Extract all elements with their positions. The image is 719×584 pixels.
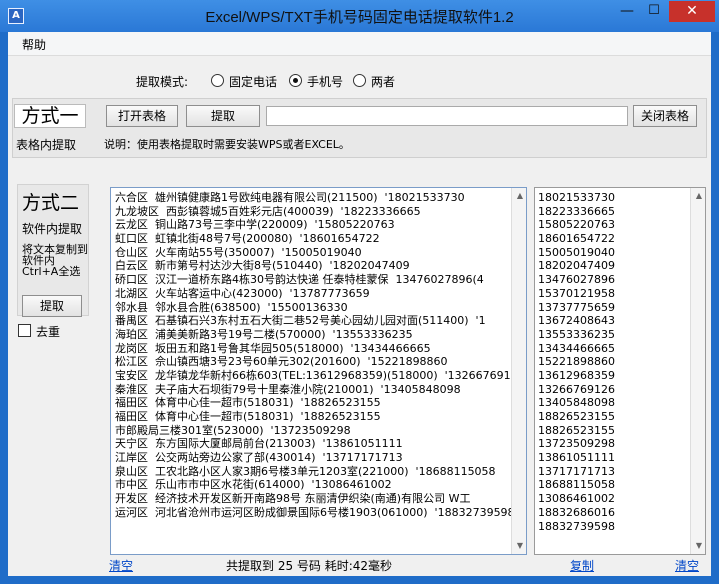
maximize-button[interactable]: ☐ [641,2,667,22]
dedupe-checkbox[interactable] [18,324,31,337]
source-line: 龙岗区 坂田五和路1号鲁其华园505(518000) '13434466665 [115,341,431,355]
paste-instruction: 将文本复制到软件内Ctrl+A全选 [22,243,88,278]
open-table-button[interactable]: 打开表格 [106,105,178,127]
result-textarea[interactable]: 18021533730 18223336665 15805220763 1860165… [534,187,706,555]
result-line: 13737775659 [538,300,615,314]
source-line: 虹口区 虹镇北街48号7号(200080) '18601654722 [115,232,380,246]
radio-landline[interactable] [211,74,224,87]
source-line: 仓山区 火车南站55号(350007) '15005019040 [115,245,362,259]
clear-source-link[interactable]: 清空 [109,557,133,574]
result-line: 13672408643 [538,314,615,328]
result-line: 15805220763 [538,218,615,232]
result-line: 18688115058 [538,478,615,492]
result-line: 18826523155 [538,410,615,423]
source-line: 市中区 乐山市市中区水花街(614000) '13086461002 [115,478,392,492]
result-lines: 18021533730 18223336665 15805220763 1860165… [538,191,688,533]
result-line: 15370121958 [538,286,615,300]
source-line: 天宁区 东方国际大厦邮局前台(213003) '13861051111 [115,437,403,451]
result-line: 13553336235 [538,327,615,341]
file-path-input[interactable] [266,106,628,126]
source-line: 福田区 体育中心佳一超市(518031) '18826523155 [115,396,381,410]
result-line: 15221898860 [538,355,615,369]
dedupe-label[interactable]: 去重 [36,323,60,340]
result-line: 13723509298 [538,437,615,451]
source-line: 泉山区 工农北路小区人家3期6号楼3单元1203室(221000) '18688… [115,464,496,478]
close-button[interactable]: ✕ [669,1,715,22]
scroll-up-icon[interactable]: ▲ [694,191,704,201]
title-bar[interactable]: A Excel/WPS/TXT手机号码固定电话提取软件1.2 — ☐ ✕ [0,0,719,32]
source-line: 松江区 佘山镇西塘3号23号60单元302(201600) '152218988… [115,355,448,369]
source-line: 运河区 河北省沧州市运河区盼成御景国际6号楼1903(061000) '1883… [115,505,511,519]
result-line: 13405848098 [538,396,615,410]
result-line: 13861051111 [538,451,615,465]
method2-title: 方式二 [22,192,80,214]
source-scrollbar[interactable]: ▲ ▼ [511,188,526,554]
result-line: 18826523155 [538,423,615,437]
scroll-down-icon[interactable]: ▼ [694,541,704,551]
window-title: Excel/WPS/TXT手机号码固定电话提取软件1.2 [205,9,514,26]
source-line: 硚口区 汉江一道桥东路4栋30号韵达快递 任泰特桂蒙保 13476027896(… [115,273,484,287]
menu-help[interactable]: 帮助 [22,36,46,53]
result-line: 13717171713 [538,464,615,478]
source-line: 市郎殿局三楼301室(523000) '13723509298 [115,423,351,437]
mode-label: 提取模式: [136,75,189,89]
radio-landline-label[interactable]: 固定电话 [229,73,277,90]
result-line: 18021533730 [538,191,615,204]
method1-title: 方式一 [14,104,86,128]
result-line: 13086461002 [538,492,615,506]
software-extract-label: 软件内提取 [22,222,83,236]
source-line: 白云区 新市第号村达沙大街8号(510440) '18202047409 [115,259,410,273]
source-line: 六合区 雄州镇健康路1号欧纯电器有限公司(211500) '1802153373… [115,191,465,204]
minimize-button[interactable]: — [614,2,640,22]
extract-text-button[interactable]: 提取 [22,295,82,317]
source-line: 九龙坡区 西彭镇蓉城5百姓彩元店(400039) '18223336665 [115,204,421,218]
window-client: 帮助 提取模式: 固定电话 手机号 两者 方式一 打开表格 提取 关闭表格 表格… [8,32,711,576]
source-textarea[interactable]: 六合区 雄州镇健康路1号欧纯电器有限公司(211500) '1802153373… [110,187,527,555]
source-line: 北湖区 火车站客运中心(423000) '13787773659 [115,286,370,300]
source-line: 云龙区 铜山路73号三李中学(220009) '15805220763 [115,218,395,232]
result-line: 13434466665 [538,341,615,355]
radio-mobile[interactable] [289,74,302,87]
result-scrollbar[interactable]: ▲ ▼ [690,188,705,554]
table-extract-label: 表格内提取 [16,138,77,152]
result-line: 18223336665 [538,204,615,218]
clear-result-link[interactable]: 清空 [675,557,699,574]
result-line: 18832686016 [538,505,615,519]
source-line: 番禺区 石基镇石兴3东村五石大街二巷52号美心园幼儿园对面(511400) '1 [115,314,486,328]
result-line: 18601654722 [538,232,615,246]
radio-both[interactable] [353,74,366,87]
source-line: 江岸区 公交两站旁边公家了部(430014) '13717171713 [115,451,403,465]
source-line: 海珀区 浦美美新路3号19号二楼(570000) '13553336235 [115,327,413,341]
note-text: 说明：使用表格提取时需要安装WPS或者EXCEL。 [104,138,350,151]
close-table-button[interactable]: 关闭表格 [633,105,697,127]
result-line: 18832739598 [538,519,615,533]
result-line: 13266769126 [538,382,615,396]
result-line: 15005019040 [538,245,615,259]
result-line: 13612968359 [538,368,615,382]
scroll-up-icon[interactable]: ▲ [515,191,525,201]
source-lines: 六合区 雄州镇健康路1号欧纯电器有限公司(211500) '1802153373… [115,191,511,520]
source-line: 福田区 体育中心佳一超市(518031) '18826523155 [115,410,381,423]
source-line: 秦淮区 夫子庙大石坝街79号十里秦淮小院(210001) '1340584809… [115,382,461,396]
source-line: 宝安区 龙华镇龙华新村66栋603(TEL:13612968359)(51800… [115,368,511,382]
radio-both-label[interactable]: 两者 [371,73,395,90]
radio-mobile-label[interactable]: 手机号 [307,73,343,90]
source-line: 开发区 经济技术开发区新开南路98号 东丽清伊织染(南通)有限公司 W工 [115,492,471,506]
copy-link[interactable]: 复制 [570,557,594,574]
result-line: 18202047409 [538,259,615,273]
source-line: 邻水县 邻水县合胜(638500) '15500136330 [115,300,348,314]
status-summary: 共提取到 25 号码 耗时:42毫秒 [226,559,393,573]
menu-bar: 帮助 [8,32,711,56]
extract-table-button[interactable]: 提取 [186,105,260,127]
result-line: 13476027896 [538,273,615,287]
scroll-down-icon[interactable]: ▼ [515,541,525,551]
